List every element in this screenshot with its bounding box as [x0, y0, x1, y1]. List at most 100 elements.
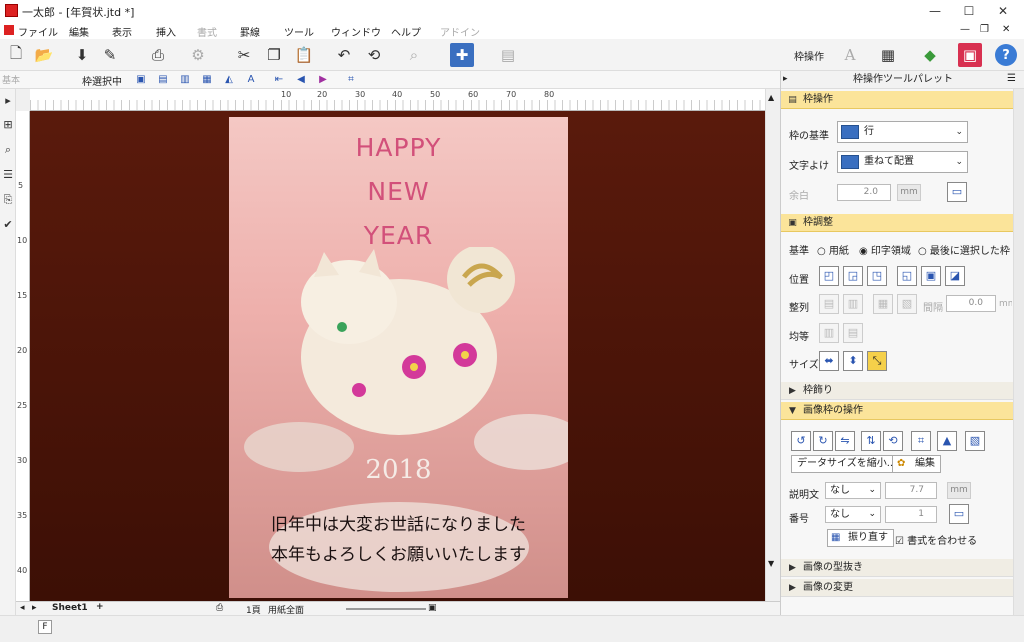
align-center-icon[interactable]: ▣: [921, 266, 941, 286]
margin-input[interactable]: 2.0: [837, 184, 891, 201]
new-doc-icon[interactable]: 🗋: [4, 43, 28, 67]
jigsaw-icon[interactable]: ✚: [450, 43, 474, 67]
menu-window[interactable]: ウィンドウ: [331, 24, 381, 39]
image-settings-icon[interactable]: ▧: [965, 431, 985, 451]
prev-frame-icon[interactable]: ◀: [294, 73, 308, 87]
find-icon[interactable]: ⌕: [2, 144, 14, 156]
preview-icon[interactable]: ⚙: [186, 43, 210, 67]
doc-close-button[interactable]: ✕: [1002, 24, 1010, 35]
image-flip-v-icon[interactable]: ⇅: [861, 431, 881, 451]
arrange-left-icon[interactable]: ▤: [819, 294, 839, 314]
next-frame-icon[interactable]: ▶: [316, 73, 330, 87]
caption-size-input[interactable]: 7.7: [885, 482, 937, 499]
frame-tool-icon-2[interactable]: ▤: [156, 73, 170, 87]
frame-tool-icon-6[interactable]: A: [244, 73, 258, 87]
paste-icon[interactable]: 📋: [292, 43, 316, 67]
size-width-icon[interactable]: ⬌: [819, 351, 839, 371]
vertical-scrollbar[interactable]: ▲ ▼: [765, 89, 780, 601]
maximize-button[interactable]: ☐: [952, 0, 986, 22]
section-adjust[interactable]: ▣ 枠調整: [781, 214, 1013, 232]
cut-icon[interactable]: ✂: [232, 43, 256, 67]
palette-menu-icon[interactable]: ☰: [1007, 73, 1016, 84]
gap-input[interactable]: 0.0: [946, 295, 996, 312]
base-combo[interactable]: 行 ⌄: [837, 121, 968, 143]
reflow-button[interactable]: ▦ 振り直す: [827, 529, 894, 547]
open-folder-icon[interactable]: 📂: [32, 43, 56, 67]
edit-image-button[interactable]: ✿ 編集: [892, 455, 941, 473]
outline-icon[interactable]: ☰: [2, 169, 14, 181]
menu-help[interactable]: ヘルプ: [391, 24, 421, 39]
scroll-down-icon[interactable]: ▼: [768, 559, 778, 569]
first-frame-icon[interactable]: ⇤: [272, 73, 286, 87]
thumbnail-icon[interactable]: ⊞: [2, 119, 14, 131]
ref-last-frame-radio[interactable]: ○ 最後に選択した枠: [918, 242, 1013, 257]
equal-h-icon[interactable]: ▥: [819, 323, 839, 343]
section-cutout[interactable]: ▶ 画像の型抜き: [781, 559, 1013, 577]
palette-scrollbar[interactable]: [1013, 89, 1024, 615]
size-both-icon[interactable]: ⤡: [867, 351, 887, 371]
menu-ruled-line[interactable]: 罫線: [240, 24, 260, 39]
crop-icon[interactable]: ⌗: [911, 431, 931, 451]
copy-icon[interactable]: ❐: [262, 43, 286, 67]
comment-icon[interactable]: ▤: [496, 43, 520, 67]
frame-tool-icon-5[interactable]: ◭: [222, 73, 236, 87]
menu-edit[interactable]: 編集: [69, 24, 89, 39]
save-icon[interactable]: ⬇: [70, 43, 94, 67]
section-image-frame[interactable]: ▼ 画像枠の操作: [781, 402, 1013, 420]
sheet-prev-icon[interactable]: ◂: [20, 603, 25, 613]
arrange-top-icon[interactable]: ▦: [873, 294, 893, 314]
minimize-button[interactable]: —: [918, 0, 952, 22]
wrap-combo[interactable]: 重ねて配置 ⌄: [837, 151, 968, 173]
add-sheet-button[interactable]: +: [96, 602, 104, 612]
ref-print-area-radio[interactable]: ◉ 印字領域: [859, 242, 911, 257]
print-small-icon[interactable]: ⎙: [216, 603, 223, 613]
close-button[interactable]: ✕: [986, 0, 1020, 22]
number-select[interactable]: なし ⌄: [825, 506, 881, 523]
margin-settings-icon[interactable]: ▭: [947, 182, 967, 202]
image-tone-icon[interactable]: ▲: [937, 431, 957, 451]
doc-minimize-button[interactable]: —: [960, 24, 970, 35]
menu-file[interactable]: ファイル: [18, 24, 58, 39]
redo-icon[interactable]: ⟲: [362, 43, 386, 67]
undo-icon[interactable]: ↶: [332, 43, 356, 67]
section-decor[interactable]: ▶ 枠飾り: [781, 382, 1013, 400]
layout-frame-icon[interactable]: ▣: [958, 43, 982, 67]
print-icon[interactable]: ⎙: [146, 43, 170, 67]
menu-format[interactable]: 書式: [197, 24, 217, 39]
zoom-slider[interactable]: [346, 608, 426, 610]
save-as-icon[interactable]: ✎: [98, 43, 122, 67]
number-settings-icon[interactable]: ▭: [949, 504, 969, 524]
image-rotate-right-icon[interactable]: ↻: [813, 431, 833, 451]
align-top-left-icon[interactable]: ◰: [819, 266, 839, 286]
frame-tool-icon-3[interactable]: ▥: [178, 73, 192, 87]
image-flip-icon[interactable]: ⇋: [835, 431, 855, 451]
sheet-tab[interactable]: Sheet1: [52, 603, 88, 613]
clipboard-icon[interactable]: ⎘: [2, 194, 14, 206]
search-icon[interactable]: ⌕: [402, 43, 426, 67]
number-size-input[interactable]: 1: [885, 506, 937, 523]
sheet-next-icon[interactable]: ▸: [32, 603, 37, 613]
text-frame-icon[interactable]: A: [838, 43, 862, 67]
size-height-icon[interactable]: ⬍: [843, 351, 863, 371]
menu-tools[interactable]: ツール: [284, 24, 314, 39]
rail-arrow-icon[interactable]: ▸: [2, 95, 14, 107]
palette-collapse-icon[interactable]: ▸: [783, 74, 788, 84]
align-left-icon[interactable]: ◱: [897, 266, 917, 286]
frame-tool-icon-1[interactable]: ▣: [134, 73, 148, 87]
help-icon[interactable]: ?: [995, 44, 1017, 66]
equal-v-icon[interactable]: ▤: [843, 323, 863, 343]
menu-insert[interactable]: 挿入: [156, 24, 176, 39]
menu-addin[interactable]: アドイン: [440, 24, 480, 39]
scroll-up-icon[interactable]: ▲: [768, 93, 778, 103]
arrange-bottom-icon[interactable]: ▧: [897, 294, 917, 314]
align-top-center-icon[interactable]: ◲: [843, 266, 863, 286]
ref-paper-radio[interactable]: ○ 用紙: [817, 242, 849, 257]
doc-restore-button[interactable]: ❐: [980, 24, 989, 35]
menu-view[interactable]: 表示: [112, 24, 132, 39]
arrange-center-icon[interactable]: ▥: [843, 294, 863, 314]
shrink-data-button[interactable]: データサイズを縮小...: [791, 455, 903, 473]
frame-tool-icon-4[interactable]: ▦: [200, 73, 214, 87]
align-top-right-icon[interactable]: ◳: [867, 266, 887, 286]
table-frame-icon[interactable]: ▦: [876, 43, 900, 67]
section-change[interactable]: ▶ 画像の変更: [781, 579, 1013, 597]
